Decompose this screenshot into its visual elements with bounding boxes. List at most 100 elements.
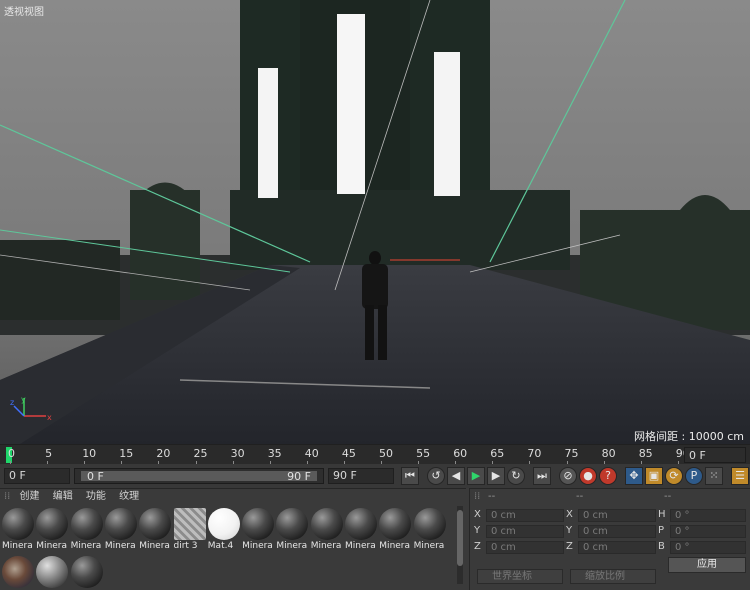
- rotation-axis-label: B: [658, 541, 665, 552]
- material-preview-ball: [173, 508, 206, 540]
- material-swatch[interactable]: Minera: [345, 508, 378, 551]
- rotation-value-field[interactable]: 0 °: [670, 541, 746, 554]
- material-swatch[interactable]: Minera: [310, 508, 344, 551]
- viewport-title[interactable]: 透视视图: [4, 3, 44, 18]
- material-swatch[interactable]: Minera: [379, 508, 412, 551]
- perspective-viewport[interactable]: 透视视图 x y z 网格间距 : 10000 cm: [0, 0, 750, 444]
- record-button[interactable]: ●: [579, 467, 597, 485]
- material-name: Minera: [413, 541, 445, 551]
- material-swatch[interactable]: [36, 556, 69, 588]
- ruler-tick-label: 30: [230, 447, 245, 460]
- preview-range-fill[interactable]: [81, 471, 317, 481]
- material-preview-ball: [207, 508, 240, 540]
- next-keyframe-button[interactable]: ↻: [507, 467, 525, 485]
- rotation-axis-label: H: [658, 509, 666, 520]
- material-preview-ball: [70, 556, 103, 588]
- ruler-tick-label: 25: [193, 447, 208, 460]
- svg-text:x: x: [47, 413, 52, 422]
- material-swatch[interactable]: Minera: [139, 508, 172, 551]
- param-tool-button[interactable]: P: [685, 467, 703, 485]
- material-preview-ball: [242, 508, 275, 540]
- panel-grip-icon[interactable]: ⁞⁞: [474, 491, 480, 502]
- lock-icon: ⊘: [563, 469, 573, 482]
- ruler-tick-label: 40: [304, 447, 319, 460]
- key-lock-button[interactable]: ⊘: [559, 467, 577, 485]
- menu-function[interactable]: 功能: [86, 491, 106, 502]
- ruler-tick-label: 15: [119, 447, 134, 460]
- preview-range-slider[interactable]: 0 F 90 F: [74, 468, 324, 484]
- prev-keyframe-button[interactable]: ↺: [427, 467, 445, 485]
- step-forward-button[interactable]: ▶: [487, 467, 505, 485]
- ruler-tick-label: 50: [379, 447, 393, 460]
- material-swatch[interactable]: Minera: [2, 508, 35, 551]
- menu-edit[interactable]: 编辑: [53, 491, 73, 502]
- material-preview-ball: [139, 508, 172, 540]
- world-coords-label: 世界坐标: [492, 571, 532, 582]
- ruler-tick-label: 75: [564, 447, 579, 460]
- end-frame-field[interactable]: 90 F: [328, 468, 394, 484]
- material-preview-ball: [345, 508, 377, 540]
- scene-render: [0, 0, 750, 444]
- material-name: Minera: [36, 541, 68, 551]
- material-swatch[interactable]: Minera: [104, 508, 138, 551]
- ruler-tick-label: 55: [416, 447, 431, 460]
- material-swatch[interactable]: Mat.4: [207, 508, 241, 551]
- current-frame-field[interactable]: 0 F: [684, 447, 746, 463]
- ruler-tick-label: 85: [638, 447, 653, 460]
- move-tool-button[interactable]: ✥: [625, 467, 643, 485]
- play-button[interactable]: ▶: [467, 467, 485, 485]
- material-preview-ball: [2, 508, 34, 540]
- material-swatch[interactable]: Minera: [70, 508, 104, 551]
- auto-key-button[interactable]: ?: [599, 467, 617, 485]
- ruler-tick-label: 5: [45, 447, 53, 460]
- ruler-tick-label: 20: [156, 447, 171, 460]
- ruler-tick-label: 45: [341, 447, 356, 460]
- material-name: Minera: [70, 541, 102, 551]
- apply-button[interactable]: 应用: [668, 557, 746, 573]
- go-to-end-button[interactable]: ⏭: [533, 467, 551, 485]
- material-swatch[interactable]: [70, 556, 104, 588]
- material-name: Minera: [104, 541, 136, 551]
- material-swatch[interactable]: Minera: [242, 508, 275, 551]
- material-scrollbar[interactable]: [457, 506, 463, 584]
- start-frame-field[interactable]: 0 F: [4, 468, 70, 484]
- rotate-tool-button[interactable]: ⟳: [665, 467, 683, 485]
- material-swatch[interactable]: Minera: [276, 508, 309, 551]
- animation-controls: 0 F 0 F 90 F 90 F ⏮ ↺ ◀ ▶ ▶ ↻ ⏭ ⊘ ● ? ✥ …: [0, 464, 750, 488]
- ruler-tick-label: 35: [267, 447, 282, 460]
- prev-key-icon: ↺: [431, 469, 441, 482]
- rotation-value-field[interactable]: 0 °: [670, 509, 746, 522]
- rotation-value-field[interactable]: 0 °: [670, 525, 746, 538]
- axis-gizmo-icon: x y z: [10, 396, 52, 422]
- menu-texture[interactable]: 纹理: [119, 491, 139, 502]
- timeline-menu-button[interactable]: ☰: [731, 467, 749, 485]
- go-to-end-icon: ⏭: [537, 469, 547, 482]
- size-header: --: [576, 491, 584, 502]
- grid-tool-button[interactable]: ⁙: [705, 467, 723, 485]
- help-icon: ?: [605, 469, 611, 482]
- ruler-tick-label: 10: [82, 447, 97, 460]
- scale-mode-label: 缩放比例: [585, 571, 625, 582]
- range-start-label: 0 F: [87, 470, 104, 483]
- timeline-ruler[interactable]: 0 5 10 15 20 25 30 35 40 45 50 55 60 65 70 75 80 85 90: [0, 444, 750, 465]
- material-scroll-thumb[interactable]: [457, 510, 463, 566]
- step-back-icon: ◀: [451, 469, 461, 482]
- panel-grip-icon[interactable]: ⁞⁞: [4, 491, 10, 502]
- material-name: Minera: [2, 541, 33, 551]
- material-swatch[interactable]: Minera: [413, 508, 447, 551]
- material-swatch[interactable]: dirt 3: [173, 508, 207, 551]
- material-name: Minera: [379, 541, 411, 551]
- go-to-start-button[interactable]: ⏮: [401, 467, 419, 485]
- scale-tool-button[interactable]: ▣: [645, 467, 663, 485]
- step-back-button[interactable]: ◀: [447, 467, 465, 485]
- play-icon: ▶: [471, 469, 481, 482]
- material-swatch[interactable]: Minera: [36, 508, 69, 551]
- menu-create[interactable]: 创建: [20, 491, 40, 502]
- world-coords-dropdown[interactable]: 世界坐标: [477, 569, 563, 584]
- dots-grid-icon: ⁙: [709, 469, 719, 482]
- scale-mode-dropdown[interactable]: 缩放比例: [570, 569, 656, 584]
- position-header: --: [488, 491, 496, 502]
- list-icon: ☰: [735, 469, 745, 482]
- rotation-header: --: [664, 491, 672, 502]
- material-swatch[interactable]: [2, 556, 35, 588]
